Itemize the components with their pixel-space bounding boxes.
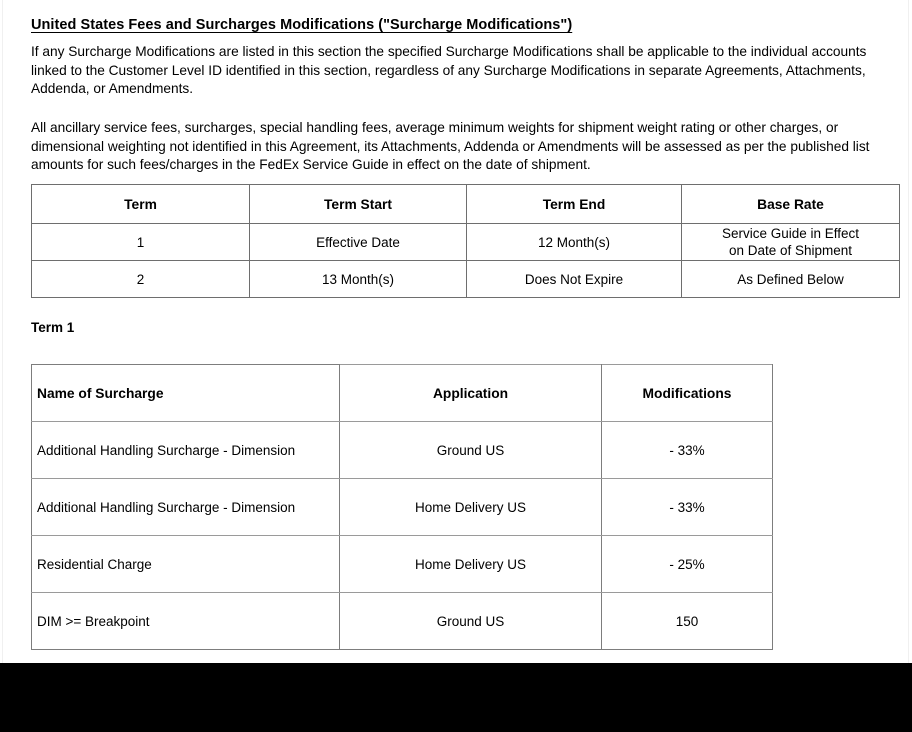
page-edge-left	[2, 0, 3, 663]
table-row: 1 Effective Date 12 Month(s) Service Gui…	[31, 223, 900, 261]
document-body: United States Fees and Surcharges Modifi…	[0, 0, 912, 663]
cell-modification: 150	[601, 592, 773, 650]
cell-modification: - 33%	[601, 421, 773, 479]
cell-surcharge-name: Additional Handling Surcharge - Dimensio…	[31, 478, 340, 536]
cell-base-rate-line-2: on Date of Shipment	[728, 243, 853, 258]
intro-paragraph-1: If any Surcharge Modifications are liste…	[31, 44, 867, 97]
table-row: Residential Charge Home Delivery US - 25…	[31, 535, 773, 593]
term-1-subheading: Term 1	[31, 320, 75, 335]
intro-paragraph-2: All ancillary service fees, surcharges, …	[31, 120, 870, 173]
cell-modification: - 33%	[601, 478, 773, 536]
table-row: Additional Handling Surcharge - Dimensio…	[31, 478, 773, 536]
cell-application: Ground US	[339, 592, 602, 650]
term-table: Term Term Start Term End Base Rate 1 Eff…	[31, 184, 900, 298]
cell-term-start: Effective Date	[249, 223, 467, 261]
cell-base-rate: Service Guide in Effect on Date of Shipm…	[681, 223, 900, 261]
cell-surcharge-name: Residential Charge	[31, 535, 340, 593]
table-row: 2 13 Month(s) Does Not Expire As Defined…	[31, 260, 900, 298]
table-row: Additional Handling Surcharge - Dimensio…	[31, 421, 773, 479]
column-header-term-start: Term Start	[249, 184, 467, 224]
page-edge-right	[908, 0, 909, 663]
table-header-row: Name of Surcharge Application Modificati…	[31, 364, 773, 422]
column-header-term: Term	[31, 184, 250, 224]
cell-term: 1	[31, 223, 250, 261]
cell-application: Home Delivery US	[339, 535, 602, 593]
page-title: United States Fees and Surcharges Modifi…	[31, 17, 573, 33]
cell-term-end: Does Not Expire	[466, 260, 682, 298]
column-header-application: Application	[339, 364, 602, 422]
table-row: DIM >= Breakpoint Ground US 150	[31, 592, 773, 650]
cell-application: Home Delivery US	[339, 478, 602, 536]
cell-term-start: 13 Month(s)	[249, 260, 467, 298]
cell-surcharge-name: Additional Handling Surcharge - Dimensio…	[31, 421, 340, 479]
table-header-row: Term Term Start Term End Base Rate	[31, 184, 900, 224]
surcharge-table: Name of Surcharge Application Modificati…	[31, 364, 773, 650]
cell-base-rate-line-1: Service Guide in Effect	[721, 226, 860, 241]
bottom-black-bar	[0, 663, 912, 732]
column-header-modifications: Modifications	[601, 364, 773, 422]
cell-surcharge-name: DIM >= Breakpoint	[31, 592, 340, 650]
document-page: United States Fees and Surcharges Modifi…	[0, 0, 912, 732]
cell-term: 2	[31, 260, 250, 298]
column-header-name-of-surcharge: Name of Surcharge	[31, 364, 340, 422]
cell-modification: - 25%	[601, 535, 773, 593]
cell-application: Ground US	[339, 421, 602, 479]
column-header-base-rate: Base Rate	[681, 184, 900, 224]
column-header-term-end: Term End	[466, 184, 682, 224]
cell-base-rate: As Defined Below	[681, 260, 900, 298]
cell-term-end: 12 Month(s)	[466, 223, 682, 261]
